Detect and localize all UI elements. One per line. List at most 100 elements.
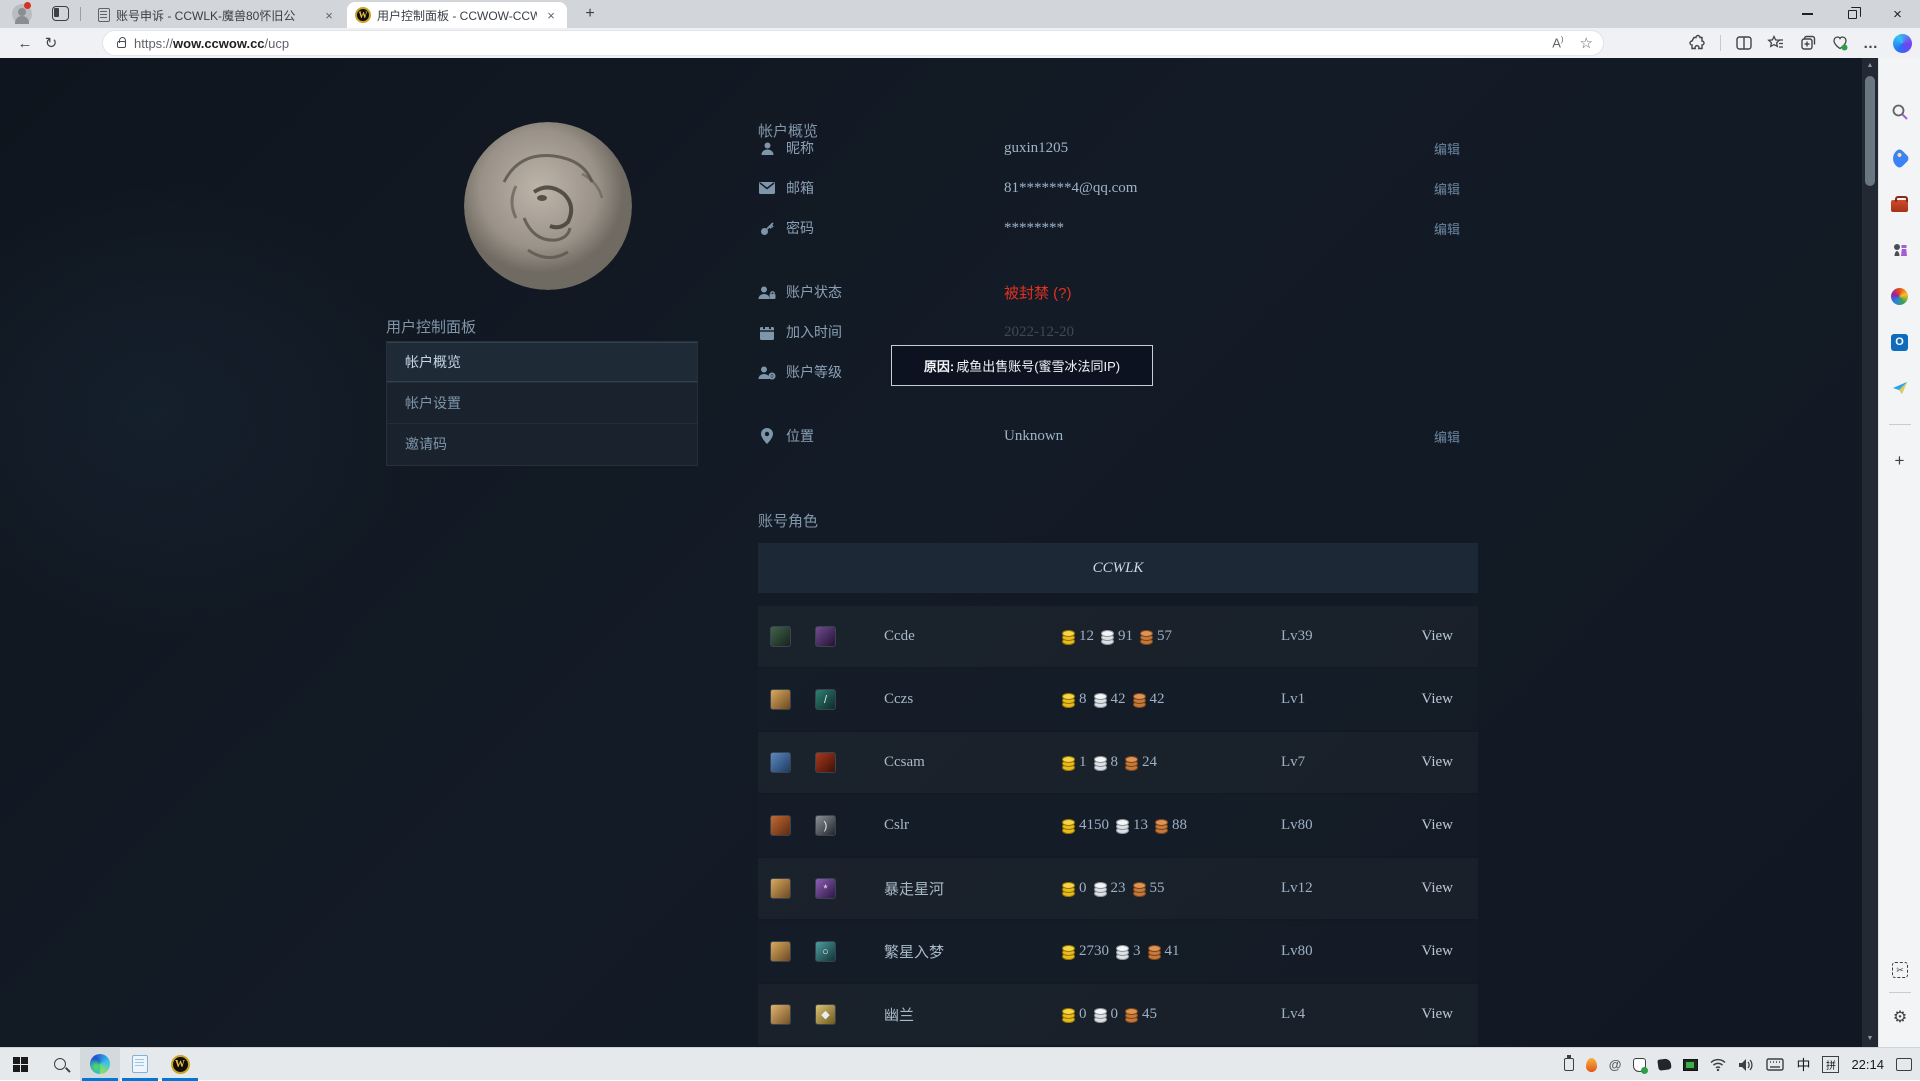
usb-tray-icon[interactable]: [1563, 1055, 1574, 1071]
scroll-up-icon[interactable]: ▲: [1862, 58, 1878, 74]
copper-amount: 55: [1149, 880, 1165, 896]
sidebar-shopping-icon[interactable]: [1888, 147, 1911, 169]
view-link[interactable]: View: [1421, 817, 1453, 834]
collections-icon[interactable]: [1799, 34, 1817, 52]
class-icon: /: [815, 689, 836, 710]
ime-language-icon[interactable]: 中: [1796, 1055, 1810, 1075]
silver-amount: 13: [1133, 817, 1148, 833]
character-money: 2730 3 41: [1061, 943, 1180, 960]
new-tab-button[interactable]: +: [580, 4, 600, 24]
taskbar-notepad-icon[interactable]: [120, 1048, 160, 1081]
view-link[interactable]: View: [1421, 943, 1453, 960]
gold-coin-icon: [1062, 692, 1075, 708]
overview-row: 位置 Unknown 编辑: [758, 416, 1478, 456]
tab-title: 账号申诉 - CCWLK-魔兽80怀旧公: [116, 8, 296, 23]
close-button[interactable]: ×: [1875, 0, 1920, 28]
favorites-icon[interactable]: [1767, 34, 1785, 52]
favorite-star-icon[interactable]: ☆: [1580, 34, 1593, 52]
sidebar-item-overview[interactable]: 帐户概览: [387, 342, 697, 383]
copilot-icon[interactable]: [1893, 33, 1912, 53]
edit-link[interactable]: 编辑: [1434, 139, 1460, 158]
copper-coin-icon: [1125, 1007, 1138, 1023]
silver-amount: 3: [1133, 943, 1141, 959]
field-label: 加入时间: [786, 324, 842, 340]
view-link[interactable]: View: [1421, 754, 1453, 771]
taskbar-search-icon[interactable]: [40, 1048, 80, 1081]
sidebar-item-settings[interactable]: 帐户设置: [387, 383, 697, 424]
extensions-icon[interactable]: [1688, 34, 1706, 52]
notification-center-icon[interactable]: [1896, 1058, 1912, 1071]
character-name: 繁星入梦: [884, 945, 945, 961]
view-link[interactable]: View: [1421, 880, 1453, 897]
satellite-tray-icon[interactable]: [1657, 1058, 1673, 1071]
split-screen-icon[interactable]: [1735, 34, 1753, 52]
class-icon: *: [815, 878, 836, 899]
read-aloud-icon[interactable]: A): [1552, 35, 1563, 50]
edit-link[interactable]: 编辑: [1434, 427, 1460, 446]
view-link[interactable]: View: [1421, 691, 1453, 708]
view-link[interactable]: View: [1421, 628, 1453, 645]
volume-icon[interactable]: [1738, 1058, 1754, 1072]
divider: [1889, 992, 1911, 993]
sidebar-customize-icon[interactable]: +: [1895, 451, 1905, 471]
silver-coin-icon: [1101, 629, 1114, 645]
close-tab-icon[interactable]: ×: [543, 8, 559, 23]
scrollbar-thumb[interactable]: [1865, 76, 1875, 186]
flame-tray-icon[interactable]: [1585, 1057, 1597, 1072]
sidebar-outlook-icon[interactable]: O: [1890, 332, 1910, 352]
scroll-down-icon[interactable]: ▼: [1862, 1031, 1878, 1047]
restore-button[interactable]: [1830, 0, 1875, 28]
minimize-button[interactable]: [1785, 0, 1830, 28]
copper-coin-icon: [1132, 881, 1146, 897]
copper-amount: 88: [1172, 817, 1187, 833]
user-lock-icon: [758, 285, 776, 300]
at-tray-icon[interactable]: @: [1609, 1057, 1622, 1072]
taskbar-edge-icon[interactable]: [80, 1047, 120, 1081]
class-icon: [815, 752, 836, 773]
wifi-icon[interactable]: [1710, 1058, 1726, 1071]
page-scrollbar[interactable]: ▲ ▼: [1862, 58, 1878, 1047]
back-button[interactable]: ←: [12, 35, 38, 52]
keyboard-icon[interactable]: [1766, 1058, 1785, 1071]
sidebar-tools-icon[interactable]: [1890, 194, 1910, 214]
close-icon: ×: [1893, 5, 1902, 23]
sidebar-m365-icon[interactable]: [1890, 286, 1910, 306]
security-shield-icon[interactable]: [1633, 1057, 1649, 1074]
character-row: / Cczs 8 42 42 Lv1 View: [758, 669, 1478, 730]
tab-actions-icon[interactable]: [52, 6, 69, 21]
field-label: 昵称: [786, 140, 814, 156]
character-money: 4150 13 88: [1061, 817, 1187, 834]
taskbar-clock[interactable]: 22:14: [1851, 1057, 1884, 1072]
gold-amount: 4150: [1079, 817, 1109, 833]
field-value[interactable]: 被封禁 (?): [1004, 282, 1072, 303]
taskbar-wow-icon[interactable]: W: [160, 1048, 200, 1081]
lock-icon: [117, 37, 126, 48]
field-value: 81*******4@qq.com: [1004, 179, 1138, 196]
gold-coin-icon: [1062, 818, 1075, 834]
recorder-tray-icon[interactable]: [1683, 1058, 1699, 1071]
screenshot-icon[interactable]: ✂: [1892, 962, 1908, 978]
tab-user-control-panel[interactable]: W 用户控制面板 - CCWOW-CCWLK ×: [347, 2, 567, 28]
field-label: 密码: [786, 220, 814, 236]
tab-account-appeal[interactable]: 账号申诉 - CCWLK-魔兽80怀旧公 ×: [90, 2, 345, 28]
sidebar-settings-icon[interactable]: ⚙: [1893, 1007, 1907, 1027]
start-button[interactable]: [0, 1048, 40, 1081]
sidebar-drop-icon[interactable]: [1890, 378, 1910, 398]
sidebar-item-invite-code[interactable]: 邀请码: [387, 424, 697, 465]
character-money: 1 8 24: [1061, 754, 1157, 771]
browser-essentials-icon[interactable]: [1831, 34, 1849, 52]
sidebar-games-icon[interactable]: [1890, 240, 1910, 260]
character-name: Ccsam: [884, 754, 925, 770]
edit-link[interactable]: 编辑: [1434, 179, 1460, 198]
browser-tab-strip: 账号申诉 - CCWLK-魔兽80怀旧公 × W 用户控制面板 - CCWOW-…: [0, 0, 1920, 28]
edit-link[interactable]: 编辑: [1434, 219, 1460, 238]
copper-coin-icon: [1147, 944, 1161, 960]
settings-menu-icon[interactable]: …: [1863, 35, 1879, 52]
close-tab-icon[interactable]: ×: [321, 8, 337, 23]
address-bar[interactable]: https://wow.ccwow.cc/ucp A) ☆: [103, 31, 1603, 55]
ime-pinyin-icon[interactable]: 拼: [1822, 1056, 1840, 1073]
sidebar-search-icon[interactable]: [1890, 102, 1910, 122]
view-link[interactable]: View: [1421, 1006, 1453, 1023]
refresh-button[interactable]: ↻: [38, 34, 64, 52]
user-avatar: [464, 122, 632, 290]
